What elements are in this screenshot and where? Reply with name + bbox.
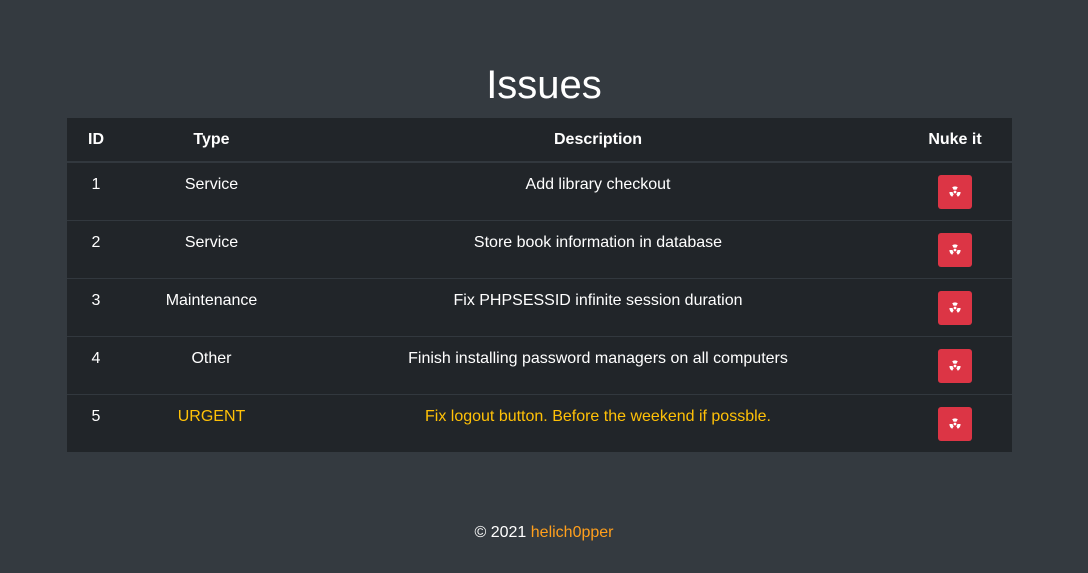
issue-type: Service <box>184 176 239 193</box>
issue-id: 5 <box>67 393 125 452</box>
table-row: 1 Service Add library checkout <box>67 162 1012 220</box>
header-description: Description <box>298 118 898 163</box>
issue-action-cell <box>898 393 1012 452</box>
issue-action-cell <box>898 277 1012 336</box>
issue-type: Maintenance <box>125 277 298 336</box>
footer: © 2021 helich0pper <box>0 523 1088 543</box>
header-nuke-it: Nuke it <box>898 118 1012 163</box>
issue-id: 1 <box>91 176 101 193</box>
table-row: 3 Maintenance Fix PHPSESSID infinite sessi… <box>67 277 1012 336</box>
table-row: 5 URGENT Fix logout button. Before the wee… <box>67 393 1012 452</box>
nuke-button[interactable] <box>938 290 972 325</box>
issue-action-cell <box>898 162 1012 220</box>
table-header-row: ID Type Description Nuke it <box>67 118 1012 163</box>
nuke-button[interactable] <box>938 348 972 383</box>
issue-type: URGENT <box>125 393 298 452</box>
page-title: Issues <box>486 63 602 107</box>
issue-action-cell <box>898 219 1012 278</box>
issue-type: Service <box>125 219 298 278</box>
footer-author-link[interactable]: helich0pper <box>531 524 614 541</box>
issue-description: Fix PHPSESSID infinite session duration <box>298 277 898 336</box>
footer-copyright: © 2021 <box>474 524 527 541</box>
page: Issues ID Type Description Nuke it 1 Serv… <box>0 0 1088 573</box>
table-row: 4 Other Finish installing password manager… <box>67 335 1012 394</box>
header-type: Type <box>125 118 298 163</box>
table-header: ID Type Description Nuke it <box>67 118 1012 163</box>
issue-type: Other <box>125 335 298 394</box>
nuke-button[interactable] <box>938 232 972 267</box>
issue-id: 4 <box>67 335 125 394</box>
issue-action-cell <box>898 335 1012 394</box>
issue-id: 2 <box>67 219 125 278</box>
issue-description: Store book information in database <box>298 219 898 278</box>
table-row: 2 Service Store book information in databa… <box>67 219 1012 278</box>
issue-description: Fix logout button. Before the weekend if… <box>298 393 898 452</box>
issue-id: 3 <box>67 277 125 336</box>
nuke-button[interactable] <box>938 175 972 209</box>
nuke-button[interactable] <box>938 406 972 441</box>
issue-description: Finish installing password managers on a… <box>298 335 898 394</box>
issues-table: ID Type Description Nuke it 1 Service Add … <box>67 118 1012 452</box>
header-id: ID <box>67 118 125 163</box>
table-body: 1 Service Add library checkout 2 Service Stor… <box>67 162 1012 452</box>
issue-description: Add library checkout <box>525 176 671 193</box>
